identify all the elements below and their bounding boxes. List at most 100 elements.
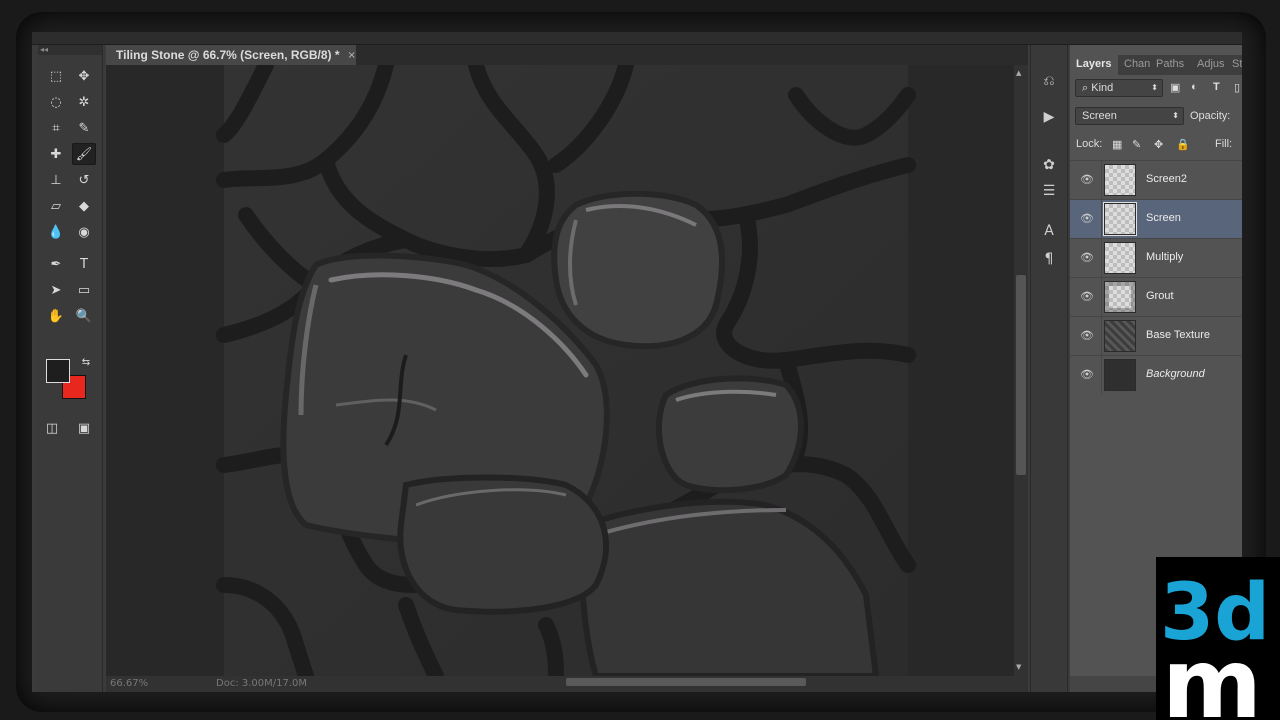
- tab-styles[interactable]: St: [1232, 58, 1242, 70]
- collapsed-panels-strip: ⎌ ▶ ✿ ☰ A ¶: [1030, 45, 1068, 692]
- filter-adjustment-icon[interactable]: ◐: [1191, 81, 1198, 93]
- document-size[interactable]: Doc: 3.00M/17.0M: [216, 678, 307, 689]
- layer-row[interactable]: 👁 Screen: [1070, 199, 1242, 238]
- magic-wand-tool-icon[interactable]: ✲: [72, 91, 96, 113]
- layer-row[interactable]: 👁 Background: [1070, 355, 1242, 394]
- filter-type-icon[interactable]: T: [1213, 81, 1220, 93]
- path-selection-tool-icon[interactable]: ➤: [44, 279, 68, 301]
- sponge-tool-icon[interactable]: ◉: [72, 221, 96, 243]
- layer-thumbnail[interactable]: [1104, 242, 1136, 274]
- vertical-scrollbar[interactable]: ▲ ▼: [1014, 65, 1028, 676]
- pen-tool-icon[interactable]: ✒: [44, 253, 68, 275]
- layers-panel-tabs: Layers Chan Paths Adjus St: [1070, 55, 1242, 75]
- screen-mode-icon[interactable]: ▣: [72, 417, 96, 439]
- eraser-tool-icon[interactable]: ▱: [44, 195, 68, 217]
- visibility-eye-icon[interactable]: 👁: [1080, 329, 1094, 342]
- tab-adjustments[interactable]: Adjus: [1197, 58, 1225, 70]
- swap-colors-icon[interactable]: ⇆: [74, 351, 98, 373]
- crop-tool-icon[interactable]: ⌗: [44, 117, 68, 139]
- adjustments-icon[interactable]: ☰: [1039, 181, 1059, 201]
- quick-mask-icon[interactable]: ◫: [40, 417, 64, 439]
- move-tool-icon[interactable]: ✥: [72, 65, 96, 87]
- brand-logo: 3d m: [1156, 557, 1280, 720]
- actions-icon[interactable]: ▶: [1039, 107, 1059, 127]
- layer-name: Grout: [1146, 290, 1174, 302]
- tab-paths[interactable]: Paths: [1156, 58, 1184, 70]
- vertical-scroll-thumb[interactable]: [1016, 275, 1026, 475]
- lock-label: Lock:: [1076, 138, 1103, 150]
- layer-row-divider: [1101, 239, 1102, 277]
- layer-list: 👁 Screen2 👁 Screen 👁 Multiply 👁 Grout 👁 Base Text…: [1070, 160, 1242, 396]
- close-icon[interactable]: ×: [348, 50, 356, 61]
- horizontal-scroll-thumb[interactable]: [566, 678, 806, 686]
- lock-all-icon[interactable]: 🔒: [1176, 138, 1190, 151]
- layer-row-divider: [1101, 317, 1102, 355]
- select-arrows-icon: ⬍: [1172, 111, 1179, 120]
- history-icon[interactable]: ⎌: [1039, 71, 1059, 91]
- brush-presets-icon[interactable]: ✿: [1039, 155, 1059, 175]
- layer-thumbnail[interactable]: [1103, 202, 1137, 236]
- blend-mode-select[interactable]: Screen ⬍: [1075, 107, 1184, 125]
- layer-thumbnail[interactable]: [1104, 359, 1136, 391]
- opacity-label: Opacity:: [1190, 110, 1231, 122]
- clone-stamp-tool-icon[interactable]: ⊥: [44, 169, 68, 191]
- filter-pixel-icon[interactable]: ▣: [1170, 81, 1180, 94]
- layer-row[interactable]: 👁 Grout: [1070, 277, 1242, 316]
- visibility-eye-icon[interactable]: 👁: [1080, 251, 1094, 264]
- layer-row-divider: [1101, 356, 1102, 394]
- type-tool-icon[interactable]: T: [72, 253, 96, 275]
- layer-name: Screen2: [1146, 173, 1187, 185]
- rectangle-tool-icon[interactable]: ▭: [72, 279, 96, 301]
- filter-kind-select[interactable]: ⌕ Kind ⬍: [1075, 79, 1163, 97]
- options-bar: [32, 32, 1242, 45]
- layer-row[interactable]: 👁 Base Texture: [1070, 316, 1242, 355]
- healing-brush-tool-icon[interactable]: ✚: [44, 143, 68, 165]
- visibility-eye-icon[interactable]: 👁: [1080, 290, 1094, 303]
- logo-3dm-icon: 3d m: [1160, 568, 1270, 720]
- lock-pixels-icon[interactable]: ✎: [1132, 138, 1141, 151]
- photoshop-window: ◂◂ ⬚ ✥ ◌ ✲ ⌗ ✎ ✚ 🖌 ⊥ ↺ ▱ ◆ 💧 ◉ ✒ T ➤ ▭ ✋ 🔍 ⇆ ◫ ▣ Tiling Stone …: [32, 32, 1242, 692]
- layer-thumbnail[interactable]: [1104, 281, 1136, 313]
- visibility-eye-icon[interactable]: 👁: [1080, 212, 1094, 225]
- lock-position-icon[interactable]: ✥: [1154, 138, 1163, 151]
- tab-channels[interactable]: Chan: [1124, 58, 1150, 70]
- character-icon[interactable]: A: [1039, 221, 1059, 241]
- layer-row-divider: [1101, 278, 1102, 316]
- hand-tool-icon[interactable]: ✋: [44, 305, 68, 327]
- layer-name: Base Texture: [1146, 329, 1211, 341]
- filter-shape-icon[interactable]: ▯: [1234, 81, 1240, 94]
- eyedropper-tool-icon[interactable]: ✎: [72, 117, 96, 139]
- layer-row-divider: [1101, 161, 1102, 199]
- blur-tool-icon[interactable]: 💧: [44, 221, 68, 243]
- paint-bucket-tool-icon[interactable]: ◆: [72, 195, 96, 217]
- layer-thumbnail[interactable]: [1104, 320, 1136, 352]
- layer-thumbnail[interactable]: [1104, 164, 1136, 196]
- layer-row-divider: [1101, 200, 1102, 238]
- lasso-tool-icon[interactable]: ◌: [44, 91, 68, 113]
- zoom-tool-icon[interactable]: 🔍: [72, 305, 96, 327]
- zoom-level[interactable]: 66.67%: [110, 678, 148, 689]
- visibility-eye-icon[interactable]: 👁: [1080, 368, 1094, 381]
- history-brush-tool-icon[interactable]: ↺: [72, 169, 96, 191]
- select-arrows-icon: ⬍: [1151, 83, 1158, 92]
- filter-kind-value: Kind: [1091, 82, 1114, 94]
- visibility-eye-icon[interactable]: 👁: [1080, 173, 1094, 186]
- scroll-down-icon[interactable]: ▼: [1016, 663, 1021, 671]
- foreground-color-swatch[interactable]: [46, 359, 70, 383]
- layer-row[interactable]: 👁 Screen2: [1070, 160, 1242, 199]
- canvas-artwork[interactable]: [106, 65, 1014, 676]
- paragraph-icon[interactable]: ¶: [1039, 249, 1059, 269]
- scroll-up-icon[interactable]: ▲: [1016, 69, 1021, 77]
- canvas-area[interactable]: [106, 65, 1014, 676]
- fill-label: Fill:: [1215, 138, 1233, 150]
- tab-layers[interactable]: Layers: [1076, 58, 1111, 70]
- tools-panel-grip[interactable]: ◂◂: [38, 45, 102, 55]
- brush-tool-icon[interactable]: 🖌: [72, 143, 96, 165]
- layer-name: Background: [1146, 368, 1205, 380]
- lock-transparency-icon[interactable]: ▦: [1112, 138, 1122, 151]
- svg-text:m: m: [1162, 628, 1262, 720]
- document-tab[interactable]: Tiling Stone @ 66.7% (Screen, RGB/8) * ×: [106, 45, 356, 65]
- marquee-tool-icon[interactable]: ⬚: [44, 65, 68, 87]
- layer-name: Multiply: [1146, 251, 1184, 263]
- layer-row[interactable]: 👁 Multiply: [1070, 238, 1242, 277]
